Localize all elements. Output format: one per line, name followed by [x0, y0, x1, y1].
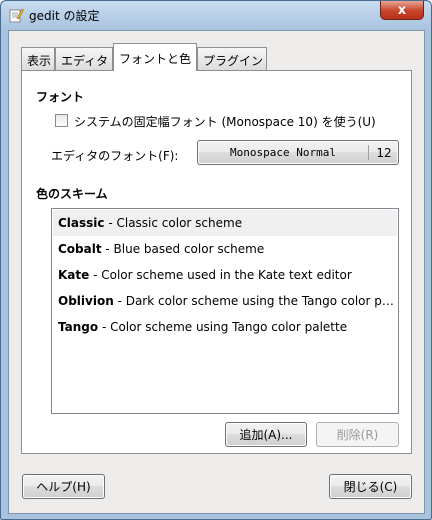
font-size: 12	[376, 146, 392, 160]
close-icon: x	[397, 2, 407, 18]
color-scheme-list[interactable]: Classic - Classic color scheme Cobalt - …	[51, 208, 399, 414]
system-monospace-checkbox[interactable]	[55, 114, 68, 127]
editor-font-button[interactable]: Monospace Normal 12	[197, 140, 399, 165]
scheme-item-oblivion[interactable]: Oblivion - Dark color scheme using the T…	[53, 288, 397, 314]
tab-view[interactable]: 表示	[21, 47, 55, 70]
scheme-description: - Dark color scheme using the Tango colo…	[113, 294, 397, 308]
remove-scheme-button[interactable]: 削除(R)	[316, 422, 399, 447]
font-section-title: フォント	[36, 90, 85, 104]
close-window-button[interactable]: x	[380, 1, 424, 20]
scheme-description: - Color scheme using Tango color palette	[98, 320, 348, 334]
add-scheme-button[interactable]: 追加(A)...	[225, 422, 307, 447]
tab-label: プラグイン	[203, 54, 264, 68]
scheme-item-kate[interactable]: Kate - Color scheme used in the Kate tex…	[53, 262, 397, 288]
system-monospace-label[interactable]: システムの固定幅フォント (Monospace 10) を使う(U)	[74, 113, 376, 130]
scheme-name: Classic	[58, 216, 105, 230]
preferences-window: gedit の設定 x 表示 エディタ フォントと色 プラグイン フォント シス…	[0, 0, 432, 520]
tab-font-and-colors[interactable]: フォントと色	[113, 43, 197, 71]
tab-label: フォントと色	[119, 52, 192, 66]
tab-plugins[interactable]: プラグイン	[197, 47, 267, 70]
scheme-name: Tango	[58, 320, 99, 334]
help-button[interactable]: ヘルプ(H)	[22, 474, 105, 499]
scheme-name: Cobalt	[58, 242, 102, 256]
close-button[interactable]: 閉じる(C)	[329, 474, 412, 499]
tab-label: 表示	[27, 54, 52, 68]
scheme-description: - Color scheme used in the Kate text edi…	[89, 268, 352, 282]
window-title: gedit の設定	[29, 9, 100, 23]
scheme-description: - Blue based color scheme	[101, 242, 265, 256]
title-bar[interactable]: gedit の設定 x	[1, 1, 431, 29]
scheme-item-classic[interactable]: Classic - Classic color scheme	[53, 210, 397, 236]
font-and-colors-panel: フォント システムの固定幅フォント (Monospace 10) を使う(U) …	[21, 70, 412, 454]
color-scheme-section-title: 色のスキーム	[36, 187, 108, 201]
tab-editor[interactable]: エディタ	[55, 47, 113, 70]
scheme-description: - Classic color scheme	[104, 216, 243, 230]
scheme-name: Kate	[58, 268, 90, 282]
scheme-item-cobalt[interactable]: Cobalt - Blue based color scheme	[53, 236, 397, 262]
gedit-app-icon	[8, 7, 24, 23]
editor-font-label: エディタのフォント(F):	[51, 149, 179, 163]
font-name: Monospace Normal	[230, 146, 336, 159]
scheme-name: Oblivion	[58, 294, 114, 308]
scheme-item-tango[interactable]: Tango - Color scheme using Tango color p…	[53, 314, 397, 340]
tab-label: エディタ	[61, 54, 109, 68]
dialog-body: 表示 エディタ フォントと色 プラグイン フォント システムの固定幅フォント (…	[8, 30, 425, 514]
